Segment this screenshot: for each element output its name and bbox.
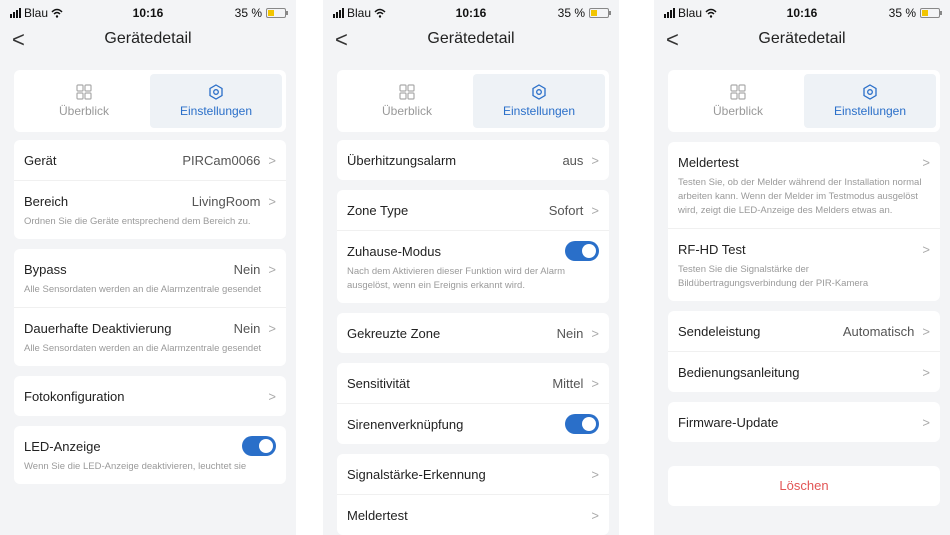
- chevron-right-icon: >: [591, 202, 599, 218]
- tab-overview-label: Überblick: [712, 104, 763, 118]
- grid-icon: [730, 84, 746, 100]
- chevron-right-icon: >: [591, 466, 599, 482]
- row-meldertest[interactable]: Meldertest >: [668, 142, 940, 182]
- status-bar: Blau 10:16 35 %: [323, 0, 619, 24]
- status-bar: Blau 10:16 35 %: [0, 0, 296, 24]
- tab-bar: Überblick Einstellungen: [14, 70, 286, 132]
- gear-icon: [863, 84, 877, 100]
- row-dauerhafte-deaktivierung[interactable]: Dauerhafte Deaktivierung Nein >: [14, 307, 286, 348]
- page-title: Gerätedetail: [104, 30, 192, 47]
- nav-bar: < Gerätedetail: [654, 26, 950, 58]
- row-zuhause-modus: Zuhause-Modus: [337, 230, 609, 271]
- chevron-right-icon: >: [268, 261, 276, 277]
- row-sensitivitaet[interactable]: Sensitivität Mittel >: [337, 363, 609, 403]
- row-led-anzeige: LED-Anzeige: [14, 426, 286, 466]
- tab-settings[interactable]: Einstellungen: [473, 74, 605, 128]
- chevron-right-icon: >: [268, 388, 276, 404]
- led-toggle[interactable]: [242, 436, 276, 456]
- tab-overview-label: Überblick: [381, 104, 432, 118]
- chevron-right-icon: >: [591, 152, 599, 168]
- row-bedienungsanleitung[interactable]: Bedienungsanleitung >: [668, 351, 940, 392]
- settings-list: Gerät PIRCam0066 > Bereich LivingRoom > …: [14, 140, 286, 494]
- row-gekreuzte-zone[interactable]: Gekreuzte Zone Nein >: [337, 313, 609, 353]
- row-bypass[interactable]: Bypass Nein >: [14, 249, 286, 289]
- delete-button[interactable]: Löschen: [668, 466, 940, 506]
- chevron-right-icon: >: [922, 364, 930, 380]
- row-meldertest[interactable]: Meldertest >: [337, 494, 609, 535]
- row-geraet[interactable]: Gerät PIRCam0066 >: [14, 140, 286, 180]
- battery-icon: [266, 8, 288, 18]
- phone-screen-2: Blau 10:16 35 % < Gerätedetail Überblick…: [323, 0, 619, 535]
- tab-settings-label: Einstellungen: [833, 104, 907, 118]
- row-zone-type[interactable]: Zone Type Sofort >: [337, 190, 609, 230]
- row-sendeleistung[interactable]: Sendeleistung Automatisch >: [668, 311, 940, 351]
- zuhause-toggle[interactable]: [565, 241, 599, 261]
- battery-percent: 35 %: [888, 6, 916, 20]
- row-bereich[interactable]: Bereich LivingRoom >: [14, 180, 286, 221]
- settings-list: Meldertest > Testen Sie, ob der Melder w…: [668, 142, 940, 516]
- page-title: Gerätedetail: [758, 30, 846, 47]
- tab-settings-label: Einstellungen: [502, 104, 576, 118]
- row-rf-hd-test[interactable]: RF-HD Test >: [668, 228, 940, 269]
- gear-icon: [532, 84, 546, 100]
- chevron-right-icon: >: [591, 375, 599, 391]
- tab-overview-label: Überblick: [58, 104, 109, 118]
- tab-bar: Überblick Einstellungen: [668, 70, 940, 132]
- settings-list: Überhitzungsalarm aus > Zone Type Sofort…: [337, 140, 609, 535]
- battery-icon: [920, 8, 942, 18]
- row-firmware-update[interactable]: Firmware-Update >: [668, 402, 940, 442]
- nav-bar: < Gerätedetail: [323, 26, 619, 58]
- chevron-right-icon: >: [922, 414, 930, 430]
- grid-icon: [76, 84, 92, 100]
- chevron-right-icon: >: [922, 241, 930, 257]
- tab-overview[interactable]: Überblick: [18, 74, 150, 128]
- grid-icon: [399, 84, 415, 100]
- gear-icon: [209, 84, 223, 100]
- row-signalstaerke-erkennung[interactable]: Signalstärke-Erkennung >: [337, 454, 609, 494]
- meldertest-description: Testen Sie, ob der Melder während der In…: [678, 177, 922, 216]
- row-sirenenverknuepfung: Sirenenverknüpfung: [337, 403, 609, 444]
- row-fotokonfiguration[interactable]: Fotokonfiguration >: [14, 376, 286, 416]
- chevron-right-icon: >: [922, 154, 930, 170]
- tab-settings-label: Einstellungen: [179, 104, 253, 118]
- chevron-right-icon: >: [591, 507, 599, 523]
- chevron-right-icon: >: [268, 320, 276, 336]
- chevron-right-icon: >: [268, 152, 276, 168]
- tab-overview[interactable]: Überblick: [341, 74, 473, 128]
- tab-bar: Überblick Einstellungen: [337, 70, 609, 132]
- nav-bar: < Gerätedetail: [0, 26, 296, 58]
- tab-settings[interactable]: Einstellungen: [150, 74, 282, 128]
- battery-percent: 35 %: [557, 6, 585, 20]
- battery-percent: 35 %: [234, 6, 262, 20]
- chevron-right-icon: >: [922, 323, 930, 339]
- battery-icon: [589, 8, 611, 18]
- page-title: Gerätedetail: [427, 30, 515, 47]
- tab-settings[interactable]: Einstellungen: [804, 74, 936, 128]
- status-bar: Blau 10:16 35 %: [654, 0, 950, 24]
- tab-overview[interactable]: Überblick: [672, 74, 804, 128]
- row-ueberhitzungsalarm[interactable]: Überhitzungsalarm aus >: [337, 140, 609, 180]
- phone-screen-1: Blau 10:16 35 % < Gerätedetail Überblick…: [0, 0, 296, 535]
- chevron-right-icon: >: [591, 325, 599, 341]
- phone-screen-3: Blau 10:16 35 % < Gerätedetail Überblick…: [654, 0, 950, 535]
- chevron-right-icon: >: [268, 193, 276, 209]
- sirene-toggle[interactable]: [565, 414, 599, 434]
